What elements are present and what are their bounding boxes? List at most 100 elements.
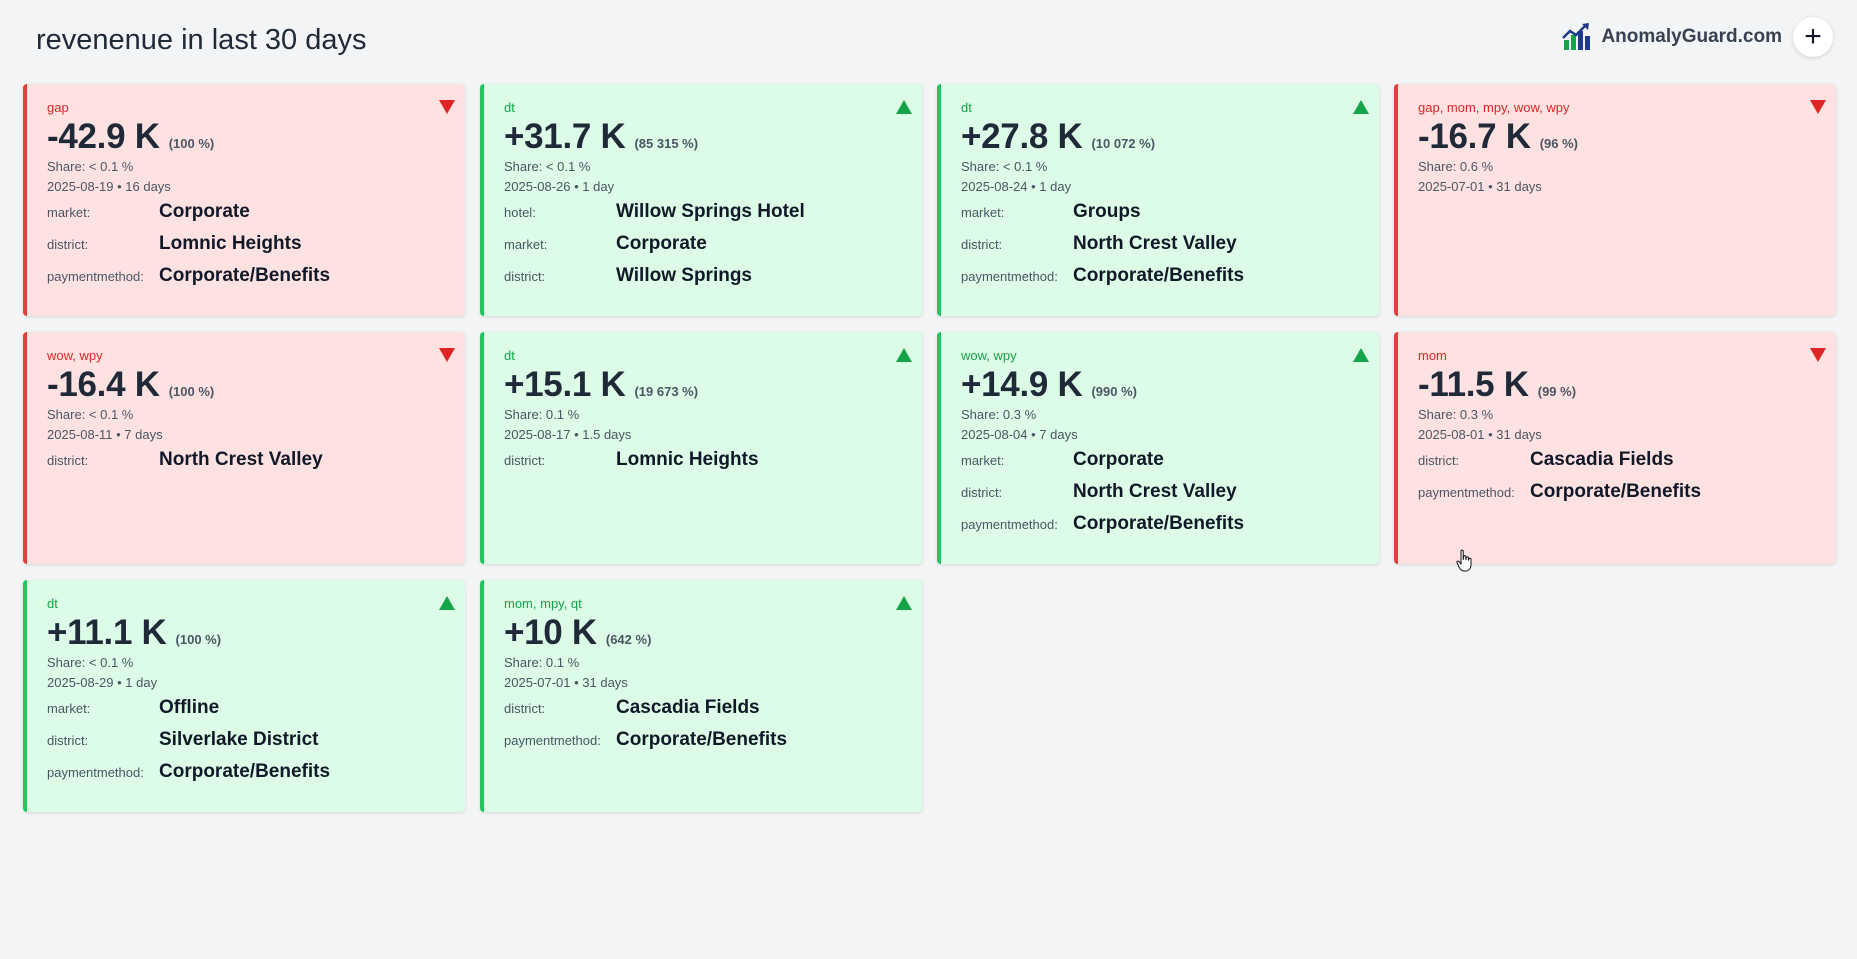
dimension-value: Corporate [616,233,707,254]
anomaly-percent: (10 072 %) [1091,136,1156,151]
dimension-row: market: Offline [47,697,449,729]
dimension-row: district: Lomnic Heights [47,233,449,265]
dimension-value: Corporate/Benefits [616,729,788,750]
dimension-row: paymentmethod: Corporate/Benefits [47,265,449,297]
dimension-row: district: Silverlake District [47,729,449,761]
anomaly-card[interactable]: dt +27.8 K (10 072 %) Share: < 0.1 % 2025-08… [937,84,1379,316]
dimension-key: district: [47,237,89,252]
anomaly-value: +15.1 K [504,365,626,404]
triangle-up-icon [896,596,912,610]
dimension-list: district: Lomnic Heights [504,449,906,481]
dimension-key: market: [47,205,91,220]
anomaly-value: -11.5 K [1418,365,1529,404]
dimension-row: market: Groups [961,201,1363,233]
anomaly-card[interactable]: gap -42.9 K (100 %) Share: < 0.1 % 2025-08-1… [23,84,465,316]
triangle-down-icon [1810,100,1826,114]
brand-name: AnomalyGuard.com [1601,26,1782,47]
dimension-value: North Crest Valley [1073,481,1237,502]
anomaly-value: -42.9 K [47,117,160,156]
dimension-value: Corporate/Benefits [1073,513,1245,534]
hand-pointer-icon [1456,549,1472,572]
anomaly-tags: gap [47,100,69,115]
dimension-list: market: Corporate district: North Crest Val… [961,449,1363,545]
anomaly-date: 2025-07-01 • 31 days [504,675,628,690]
anomaly-card[interactable]: dt +15.1 K (19 673 %) Share: 0.1 % 2025-08-1… [480,332,922,564]
dimension-list: district: North Crest Valley [47,449,449,481]
dimension-value: Corporate/Benefits [1530,481,1702,502]
dimension-key: district: [504,701,546,716]
anomaly-tags: dt [504,348,515,363]
anomaly-card[interactable]: wow, wpy -16.4 K (100 %) Share: < 0.1 % 2025… [23,332,465,564]
anomaly-date: 2025-08-26 • 1 day [504,179,615,194]
anomaly-percent: (100 %) [168,384,215,399]
anomaly-share: Share: < 0.1 % [47,159,134,174]
anomaly-card[interactable]: mom, mpy, qt +10 K (642 %) Share: 0.1 % 2025… [480,580,922,812]
anomaly-date: 2025-08-29 • 1 day [47,675,158,690]
dimension-key: market: [961,205,1005,220]
dimension-key: district: [961,237,1003,252]
dimension-list: district: Cascadia Fields paymentmethod: Co… [504,697,906,761]
dimension-key: market: [47,701,91,716]
dimension-value: Cascadia Fields [616,697,760,718]
dimension-key: district: [961,485,1003,500]
dimension-key: district: [47,453,89,468]
anomaly-tags: wow, wpy [961,348,1017,363]
dimension-value: Silverlake District [159,729,319,750]
dimension-value: North Crest Valley [159,449,323,470]
brand[interactable]: AnomalyGuard.com [1561,20,1782,54]
anomaly-card[interactable]: gap, mom, mpy, wow, wpy -16.7 K (96 %) Shar… [1394,84,1836,316]
dimension-value: Offline [159,697,220,718]
anomaly-share: Share: < 0.1 % [47,407,134,422]
anomaly-tags: mom [1418,348,1447,363]
dimension-key: paymentmethod: [47,269,144,284]
anomaly-share: Share: 0.6 % [1418,159,1494,174]
anomaly-date: 2025-08-19 • 16 days [47,179,171,194]
anomaly-share: Share: 0.1 % [504,407,580,422]
dimension-row: paymentmethod: Corporate/Benefits [1418,481,1820,513]
page-title: revenenue in last 30 days [36,24,367,56]
anomaly-card[interactable]: mom -11.5 K (99 %) Share: 0.3 % 2025-08-01 •… [1394,332,1836,564]
anomaly-percent: (642 %) [605,632,652,647]
dimension-value: Lomnic Heights [159,233,302,254]
anomaly-date: 2025-08-24 • 1 day [961,179,1072,194]
dimension-key: hotel: [504,205,536,220]
dimension-list: market: Groups district: North Crest Valley… [961,201,1363,297]
dimension-row: paymentmethod: Corporate/Benefits [47,761,449,793]
dimension-list: hotel: Willow Springs Hotel market: Corpora… [504,201,906,297]
dimension-row: paymentmethod: Corporate/Benefits [961,513,1363,545]
dimension-key: paymentmethod: [1418,485,1515,500]
anomaly-card[interactable]: dt +11.1 K (100 %) Share: < 0.1 % 2025-08-29… [23,580,465,812]
anomaly-card[interactable]: dt +31.7 K (85 315 %) Share: < 0.1 % 2025-08… [480,84,922,316]
dimension-value: Corporate/Benefits [1073,265,1245,286]
triangle-down-icon [439,348,455,362]
dimension-key: district: [504,269,546,284]
dimension-list: market: Corporate district: Lomnic Heights p… [47,201,449,297]
anomaly-value: -16.4 K [47,365,160,404]
dimension-key: paymentmethod: [504,733,601,748]
anomaly-date: 2025-08-04 • 7 days [961,427,1078,442]
anomaly-card[interactable]: wow, wpy +14.9 K (990 %) Share: 0.3 % 2025-0… [937,332,1379,564]
dimension-value: Cascadia Fields [1530,449,1674,470]
anomaly-date: 2025-07-01 • 31 days [1418,179,1542,194]
dimension-row: district: Lomnic Heights [504,449,906,481]
dimension-row: paymentmethod: Corporate/Benefits [504,729,906,761]
anomaly-percent: (96 %) [1539,136,1578,151]
anomaly-share: Share: 0.3 % [961,407,1037,422]
dimension-key: paymentmethod: [961,517,1058,532]
dimension-row: district: North Crest Valley [47,449,449,481]
triangle-up-icon [1353,348,1369,362]
dimension-row: district: Willow Springs [504,265,906,297]
dimension-value: Corporate [159,201,250,222]
bar-chart-trend-icon [1562,23,1591,50]
add-button[interactable]: + [1793,17,1833,57]
anomaly-value: +31.7 K [504,117,626,156]
anomaly-value: -16.7 K [1418,117,1531,156]
dimension-key: district: [504,453,546,468]
anomaly-tags: dt [47,596,58,611]
dimension-value: Willow Springs [616,265,752,286]
dimension-list: district: Cascadia Fields paymentmethod: Co… [1418,449,1820,513]
anomaly-date: 2025-08-17 • 1.5 days [504,427,632,442]
anomaly-share: Share: < 0.1 % [961,159,1048,174]
dimension-row: market: Corporate [961,449,1363,481]
anomaly-percent: (19 673 %) [634,384,699,399]
